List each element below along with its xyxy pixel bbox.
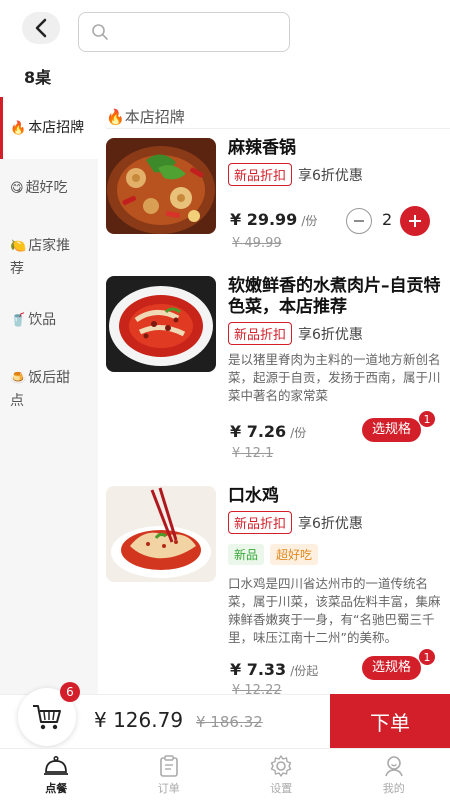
product-info: 软嫩鲜香的水煮肉片–自贡特色菜，本店推荐 新品折扣 享6折优惠 是以猪里脊肉为主… [228,276,444,405]
tab-settings[interactable]: 设置 [225,749,338,800]
select-spec-button[interactable]: 选规格 [362,418,422,442]
tab-label: 点餐 [45,781,68,795]
sidebar-item-label: 超好吃 [25,180,68,196]
price: ¥ 29.99 [230,210,298,229]
promo-tag: 新品折扣 [228,322,293,345]
spec-count-badge: 1 [418,410,436,428]
shopping-cart-icon [33,705,61,730]
increase-quantity-button[interactable] [400,206,430,236]
spec-count-badge: 1 [418,648,436,666]
product-name: 口水鸡 [228,486,279,506]
sidebar-item-delicious[interactable]: 😋 超好吃 [0,159,98,217]
price: ¥ 7.26 [230,422,287,441]
product-card[interactable]: 口水鸡 新品折扣 享6折优惠 新品 超好吃 口水鸡是四川省达州市的一道传统名菜，… [106,486,446,694]
tab-order-food[interactable]: 点餐 [0,749,113,800]
original-price: ¥ 12.1 [232,446,274,461]
drink-icon: 🥤 [10,313,27,328]
cart-total: ¥ 126.79 [94,708,184,732]
promo-tag: 新品折扣 [228,163,293,186]
section-title-text: 本店招牌 [124,108,185,126]
tab-orders[interactable]: 订单 [113,749,226,800]
minus-icon [354,220,364,222]
quantity-value: 2 [382,210,393,229]
select-spec-button[interactable]: 选规格 [362,656,422,680]
promo-row: 新品折扣 享6折优惠 [228,511,444,534]
clipboard-icon [159,754,178,777]
promo-row: 新品折扣 享6折优惠 [228,163,444,186]
promo-tag: 新品折扣 [228,511,293,534]
sidebar-item-recommended[interactable]: 🍋 店家推荐 [0,217,98,291]
promo-text: 享6折优惠 [298,326,363,343]
chevron-left-icon [35,18,47,38]
promo-row: 新品折扣 享6折优惠 [228,322,444,345]
dining-icon [44,755,69,775]
price-row: ¥ 7.26/份 [230,422,306,441]
tab-label: 设置 [270,781,293,795]
product-name: 麻辣香锅 [228,138,296,158]
menu-page: 8桌 🔥本店招牌 😋超好吃 🍋店家推荐 🥤饮品 🍮饭后甜点 🔥本店招牌 [0,0,450,800]
sidebar-item-signature[interactable]: 🔥 本店招牌 [0,97,98,159]
cart-original-total: ¥ 186.32 [196,713,263,731]
dessert-icon: 🍮 [10,371,27,386]
sidebar-item-label: 饮品 [28,312,57,328]
decrease-quantity-button[interactable] [346,208,372,234]
section-title: 🔥本店招牌 [106,106,185,127]
divider [106,128,450,129]
price-row: ¥ 29.99/份 [230,210,317,229]
product-info: 口水鸡 新品折扣 享6折优惠 新品 超好吃 口水鸡是四川省达州市的一道传统名菜，… [228,486,444,647]
place-order-button[interactable]: 下单 [330,694,450,748]
user-icon [384,755,403,776]
price: ¥ 7.33 [230,660,287,679]
lemon-icon: 🍋 [10,239,27,254]
original-price: ¥ 49.99 [232,236,282,251]
feature-tag: 新品 [228,544,265,565]
product-image [106,276,216,372]
product-description: 是以猪里脊肉为主料的一道地方新创名菜，起源于自贡，发扬于西南，属于川菜中著名的家… [228,352,441,403]
tab-label: 订单 [157,781,180,795]
product-description: 口水鸡是四川省达州市的一道传统名菜，属于川菜，该菜品佐料丰富，集麻辣鲜香嫩爽于一… [228,576,441,645]
tab-profile[interactable]: 我的 [338,749,450,800]
tab-label: 我的 [382,781,405,795]
product-card[interactable]: 软嫩鲜香的水煮肉片–自贡特色菜，本店推荐 新品折扣 享6折优惠 是以猪里脊肉为主… [106,276,446,466]
fire-icon: 🔥 [10,121,27,136]
fire-icon: 🔥 [106,108,125,126]
back-button[interactable] [22,12,60,44]
search-input[interactable] [115,17,289,47]
sidebar-item-label: 本店招牌 [28,120,85,136]
feature-tag: 超好吃 [270,544,319,565]
plus-icon [409,215,421,227]
price-unit: /份 [290,426,307,440]
gear-icon [271,754,292,777]
feature-tags: 新品 超好吃 [228,544,444,565]
product-image [106,486,216,582]
sidebar-item-dessert[interactable]: 🍮 饭后甜点 [0,349,98,419]
cart-count-badge: 6 [60,682,80,702]
price-unit: /份 [301,214,318,228]
search-icon [92,24,108,40]
bottom-tab-bar: 点餐 订单 设置 我的 [0,748,450,800]
smile-icon: 😋 [10,181,24,196]
promo-text: 享6折优惠 [298,167,363,184]
product-card[interactable]: 麻辣香锅 新品折扣 享6折优惠 ¥ 29.99/份 ¥ 49.99 2 [106,138,446,258]
search-bar[interactable] [78,12,290,52]
promo-text: 享6折优惠 [298,515,363,532]
product-info: 麻辣香锅 新品折扣 享6折优惠 [228,138,444,186]
table-number-label: 8桌 [24,68,52,87]
sidebar-item-drinks[interactable]: 🥤 饮品 [0,291,98,349]
original-price: ¥ 12.22 [232,683,282,694]
product-image [106,138,216,234]
price-unit: /份起 [290,664,319,678]
price-row: ¥ 7.33/份起 [230,660,318,679]
category-sidebar: 🔥 本店招牌 😋 超好吃 🍋 店家推荐 🥤 饮品 🍮 饭后甜点 [0,97,98,695]
product-name: 软嫩鲜香的水煮肉片–自贡特色菜，本店推荐 [228,276,441,317]
